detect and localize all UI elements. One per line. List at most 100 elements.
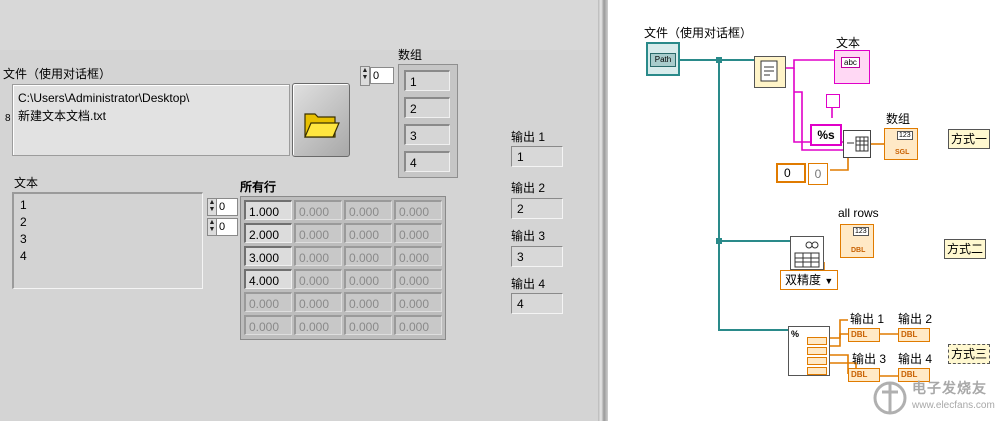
all-rows-label: 所有行 [240,180,277,194]
array-element: 3 [404,124,450,145]
output-2-indicator: 2 [511,198,563,219]
read-text-file-node[interactable] [754,56,786,88]
double-type-value: 双精度 [785,273,822,287]
grid-icon [847,136,869,152]
table-cell: 0.000 [294,223,342,243]
table-cell: 0.000 [244,292,292,312]
read-file-icon [760,60,778,82]
path-type-icon: Path [650,53,676,67]
table-cell: 3.000 [244,246,292,266]
array-indicator-terminal[interactable]: 123 SGL [884,128,918,160]
bd-output-2-label: 输出 2 [898,312,933,326]
all-rows-glyph: 123 [853,227,869,236]
spreadsheet-to-array-node[interactable] [843,130,871,158]
chevron-down-icon: ▼ [824,276,834,286]
string-glyph: abc [841,57,860,68]
array-element: 4 [404,151,450,172]
front-panel-top-band [0,0,598,50]
table-cell: 0.000 [294,315,342,335]
file-path-line-1: C:\Users\Administrator\Desktop\ [18,91,190,105]
output-3-indicator: 3 [511,246,563,267]
sgl-glyph: SGL [895,149,910,156]
text-line: 2 [20,215,27,229]
table-cell: 4.000 [244,269,292,289]
table-cell: 0.000 [344,292,392,312]
output-1-label: 输出 1 [511,130,546,144]
dbl-port [807,367,827,375]
file-path-value[interactable]: C:\Users\Administrator\Desktop\ 新建文本文档.t… [18,89,189,125]
table-cell: 0.000 [294,269,342,289]
array-indicator: 1 2 3 4 [398,64,458,178]
array-glyph: 123 [897,131,913,140]
double-type-selector[interactable]: 双精度 ▼ [780,270,838,290]
output-2-terminal[interactable]: DBL [898,328,930,342]
scan-from-string-node[interactable]: % [788,326,830,376]
numeric-constant-b[interactable]: 0 [808,163,828,185]
watermark-logo [873,381,907,415]
format-string-constant[interactable]: %s [810,124,842,146]
output-4-indicator: 4 [511,293,563,314]
method-1-note: 方式一 [948,129,991,149]
watermark-text: 电子发烧友 [912,380,987,396]
numeric-constant-a[interactable]: 0 [776,163,806,183]
array-index-spinner[interactable]: ▲ ▼ [360,66,370,86]
file-path-label: 文件（使用对话框） [3,67,112,81]
row-index-field[interactable]: 0 [216,198,238,216]
array-label: 数组 [398,48,423,62]
all-rows-terminal[interactable]: 123 DBL [840,224,874,258]
text-indicator[interactable]: 1 2 3 4 [12,192,203,289]
table-cell: 0.000 [344,246,392,266]
output-1-terminal[interactable]: DBL [848,328,880,342]
table-cell: 0.000 [294,246,342,266]
read-spreadsheet-node[interactable] [790,236,824,270]
bd-output-4-label: 输出 4 [898,352,933,366]
table-cell: 0.000 [244,315,292,335]
table-cell: 0.000 [394,246,442,266]
table-cell: 0.000 [394,292,442,312]
output-3-label: 输出 3 [511,229,546,243]
file-path-line-2: 新建文本文档.txt [18,109,107,123]
path-type-icon: 8 [5,113,11,124]
table-cell: 0.000 [344,269,392,289]
table-cell: 0.000 [344,315,392,335]
table-cell: 0.000 [294,292,342,312]
block-diagram: 文件（使用对话框） Path 文本 abc %s 数组 123 SGL 0 0 [608,0,996,421]
bd-array-label: 数组 [886,112,911,126]
text-indicator-terminal[interactable]: abc [834,50,870,84]
output-4-label: 输出 4 [511,277,546,291]
table-cell: 2.000 [244,223,292,243]
file-path-control[interactable]: C:\Users\Administrator\Desktop\ 新建文本文档.t… [5,84,290,156]
front-panel: 文件（使用对话框） C:\Users\Administrator\Desktop… [0,0,598,421]
table-cell: 1.000 [244,200,292,220]
folder-icon [304,113,340,138]
string-constant[interactable] [826,94,840,108]
table-cell: 0.000 [344,223,392,243]
array-element: 2 [404,97,450,118]
bd-all-rows-label: all rows [838,206,879,220]
output-1-indicator: 1 [511,146,563,167]
dbl-port [807,347,827,355]
all-rows-dbl-glyph: DBL [851,247,866,254]
table-cell: 0.000 [344,200,392,220]
table-cell: 0.000 [394,200,442,220]
bd-text-label: 文本 [836,36,861,50]
dbl-port [807,357,827,365]
text-line: 4 [20,249,27,263]
browse-button[interactable] [292,83,350,157]
bd-file-label: 文件（使用对话框） [644,26,753,40]
text-line: 3 [20,232,27,246]
splitter-bar[interactable] [598,0,608,421]
text-label: 文本 [14,176,39,190]
all-rows-table: 1.000 0.000 0.000 0.000 2.000 0.000 0.00… [240,196,446,340]
dbl-port [807,337,827,345]
output-2-label: 输出 2 [511,181,546,195]
path-control-terminal[interactable]: Path [646,42,680,76]
percent-icon: % [791,329,800,339]
method-2-note: 方式二 [944,239,987,259]
text-content: 1 2 3 4 [20,197,27,265]
array-index-field[interactable]: 0 [370,67,394,84]
array-element: 1 [404,70,450,91]
method-3-note: 方式三 [948,344,991,364]
col-index-field[interactable]: 0 [216,218,238,236]
spreadsheet-icon [794,241,820,268]
